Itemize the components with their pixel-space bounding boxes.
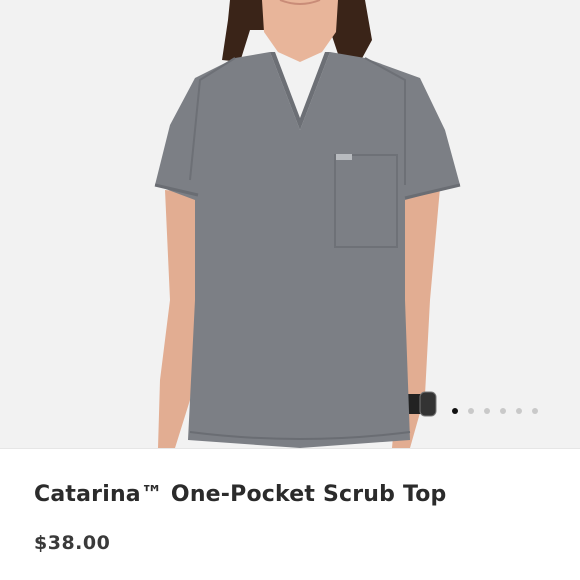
carousel-dot-3[interactable] <box>484 408 490 414</box>
carousel-dot-2[interactable] <box>468 408 474 414</box>
carousel-dot-4[interactable] <box>500 408 506 414</box>
listing-screen: Catarina™ One-Pocket Scrub Top $38.00 <box>0 0 580 580</box>
divider <box>0 448 580 449</box>
carousel-dot-5[interactable] <box>516 408 522 414</box>
carousel-dot-1[interactable] <box>452 408 458 414</box>
product-title: Catarina™ One-Pocket Scrub Top <box>34 482 447 507</box>
carousel-dot-6[interactable] <box>532 408 538 414</box>
carousel-dots <box>452 406 538 416</box>
product-image[interactable] <box>0 0 580 448</box>
product-price: $38.00 <box>34 532 111 554</box>
scrub-top-photo <box>0 0 580 448</box>
